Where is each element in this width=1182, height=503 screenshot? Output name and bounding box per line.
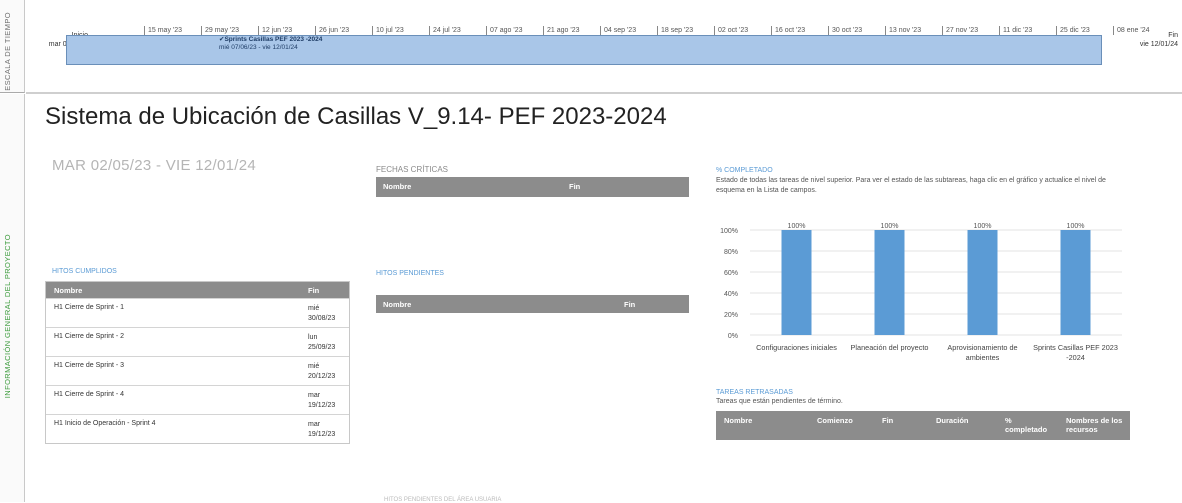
timeline-tick: 13 nov '23 — [885, 26, 921, 35]
pending-milestones-table-header[interactable]: Nombre Fin — [376, 295, 689, 313]
percent-complete-title: % COMPLETADO — [716, 167, 773, 174]
table-row[interactable]: H1 Cierre de Sprint - 3 mié 20/12/23 — [46, 356, 349, 385]
milestone-name: H1 Cierre de Sprint - 2 — [54, 333, 125, 340]
bar-data-label: 100% — [788, 223, 806, 230]
late-col-duration: Duración — [936, 416, 969, 425]
y-tick-label: 40% — [724, 291, 738, 298]
timeline-end: Fin vie 12/01/24 — [1140, 31, 1178, 49]
table-row[interactable]: H1 Inicio de Operación - Sprint 4 mar 19/1… — [46, 414, 349, 443]
milestone-name: H1 Inicio de Operación - Sprint 4 — [54, 420, 156, 427]
critical-dates-col-end: Fin — [569, 182, 581, 191]
percent-complete-chart[interactable]: 0% 20% 40% 60% 80% 100% 100% Configuraciones in… — [716, 218, 1130, 378]
pending-milestones-title: HITOS PENDIENTES — [376, 270, 444, 277]
timeline-tick: 29 may '23 — [201, 26, 239, 35]
timescale-side-tab: ESCALA DE TIEMPO — [0, 0, 25, 93]
percent-complete-description: Estado de todas las tareas de nivel supe… — [716, 177, 1106, 194]
table-row[interactable]: H1 Cierre de Sprint - 2 lun 25/09/23 — [46, 327, 349, 356]
y-tick-label: 0% — [728, 333, 738, 340]
bar-data-label: 100% — [1067, 223, 1085, 230]
timeline-tick: 27 nov '23 — [942, 26, 978, 35]
milestone-name: H1 Cierre de Sprint - 1 — [54, 304, 125, 311]
timeline-tick: 04 sep '23 — [600, 26, 636, 35]
late-tasks-table-header[interactable]: Nombre Comienzo Fin Duración % completad… — [716, 411, 1130, 440]
milestone-end-date: lun 25/09/23 — [308, 334, 336, 351]
overview-side-tab: INFORMACIÓN GENERAL DEL PROYECTO — [0, 94, 25, 502]
report-title[interactable]: Sistema de Ubicación de Casillas V_9.14-… — [45, 103, 667, 131]
timeline-tick: 18 sep '23 — [657, 26, 693, 35]
y-tick-label: 100% — [720, 228, 738, 235]
completed-milestones-rows: H1 Cierre de Sprint - 1 mié 30/08/23 H1 Cie… — [46, 298, 349, 443]
timeline-tick: 07 ago '23 — [486, 26, 522, 35]
x-category-label: ambientes — [966, 353, 1000, 362]
timeline-tick: 24 jul '23 — [429, 26, 461, 35]
timescale-label: ESCALA DE TIEMPO — [3, 12, 12, 91]
milestone-name: H1 Cierre de Sprint - 4 — [54, 391, 125, 398]
report-date-range: MAR 02/05/23 - VIE 12/01/24 — [52, 157, 257, 174]
table-row[interactable]: H1 Cierre de Sprint - 1 mié 30/08/23 — [46, 298, 349, 327]
cut-off-section-title: HITOS PENDIENTES DEL ÁREA USUARIA — [384, 497, 502, 503]
completed-milestones-title: HITOS CUMPLIDOS — [52, 268, 117, 275]
timeline-task-name: Sprints Casillas PEF 2023 -2024 — [224, 36, 323, 43]
bar — [967, 230, 998, 335]
milestone-end-date: mar 19/12/23 — [308, 421, 336, 438]
timeline[interactable]: 15 may '23 29 may '23 12 jun '23 26 jun '23… — [26, 0, 1182, 94]
timeline-tick: 12 jun '23 — [258, 26, 292, 35]
timeline-tick: 11 dic '23 — [999, 26, 1032, 35]
bar — [781, 230, 812, 335]
timeline-tick: 30 oct '23 — [828, 26, 862, 35]
timeline-tick: 02 oct '23 — [714, 26, 748, 35]
col-name: Nombre — [54, 286, 83, 295]
pending-col-name: Nombre — [383, 300, 412, 309]
x-category-label: Aprovisionamiento de — [947, 343, 1017, 352]
timeline-task[interactable]: ✔Sprints Casillas PEF 2023 -2024 mié 07/… — [219, 36, 322, 52]
col-end: Fin — [308, 286, 320, 295]
late-col-percent: % completado — [1005, 416, 1048, 434]
timeline-end-label: Fin — [1168, 32, 1178, 39]
critical-dates-title: FECHAS CRÍTICAS — [376, 165, 449, 174]
late-tasks-description: Tareas que están pendientes de término. — [716, 398, 843, 405]
y-tick-label: 80% — [724, 249, 738, 256]
milestone-end-date: mié 20/12/23 — [308, 363, 336, 380]
completed-milestones-header: Nombre Fin — [46, 282, 349, 298]
pending-col-end: Fin — [624, 300, 636, 309]
x-category-label: -2024 — [1066, 353, 1085, 362]
timeline-tick: 15 may '23 — [144, 26, 182, 35]
late-col-start: Comienzo — [817, 416, 853, 425]
milestone-name: H1 Cierre de Sprint - 3 — [54, 362, 125, 369]
milestone-end-date: mié 30/08/23 — [308, 305, 336, 322]
critical-dates-table-header[interactable]: Nombre Fin — [376, 177, 689, 197]
critical-dates-col-name: Nombre — [383, 182, 412, 191]
overview-label: INFORMACIÓN GENERAL DEL PROYECTO — [3, 234, 12, 399]
late-tasks-title: TAREAS RETRASADAS — [716, 389, 793, 396]
timeline-task-dates: mié 07/06/23 - vie 12/01/24 — [219, 44, 298, 51]
timeline-tick: 26 jun '23 — [315, 26, 349, 35]
milestone-end-date: mar 19/12/23 — [308, 392, 336, 409]
completed-milestones-table[interactable]: Nombre Fin H1 Cierre de Sprint - 1 mié 30/… — [45, 281, 350, 444]
late-col-name: Nombre — [724, 416, 753, 425]
x-category-label: Configuraciones iniciales — [756, 343, 837, 352]
timeline-tick: 25 dic '23 — [1056, 26, 1090, 35]
timeline-tick: 10 jul '23 — [372, 26, 404, 35]
table-row[interactable]: H1 Cierre de Sprint - 4 mar 19/12/23 — [46, 385, 349, 414]
bar — [874, 230, 905, 335]
x-category-label: Planeación del proyecto — [851, 343, 929, 352]
x-category-label: Sprints Casillas PEF 2023 — [1033, 343, 1118, 352]
bar-data-label: 100% — [974, 223, 992, 230]
y-tick-label: 20% — [724, 312, 738, 319]
late-col-end: Fin — [882, 416, 894, 425]
timeline-end-date: vie 12/01/24 — [1139, 41, 1178, 48]
timeline-tick: 16 oct '23 — [771, 26, 805, 35]
late-col-resources: Nombres de los recursos — [1066, 416, 1123, 434]
y-tick-label: 60% — [724, 270, 738, 277]
timeline-tick: 21 ago '23 — [543, 26, 579, 35]
bar — [1060, 230, 1091, 335]
bar-data-label: 100% — [881, 223, 899, 230]
